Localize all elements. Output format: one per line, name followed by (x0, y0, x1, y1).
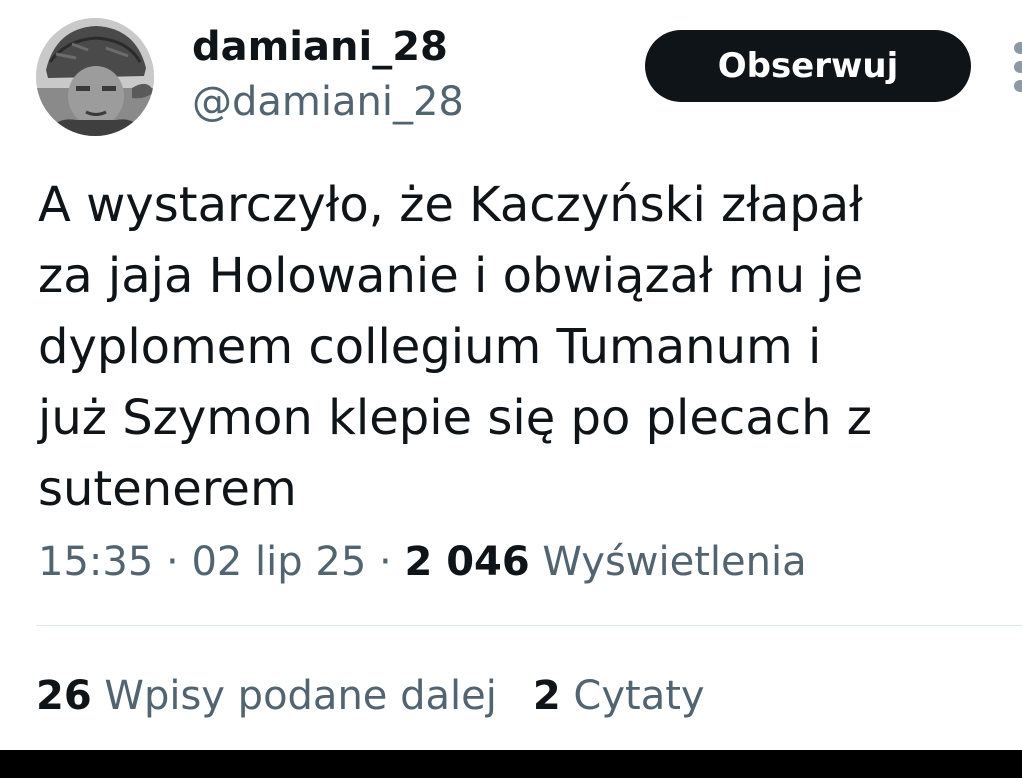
avatar-photo (36, 18, 154, 136)
views-label: Wyświetlenia (542, 539, 807, 585)
reposts-stat[interactable]: 26 Wpisy podane dalej (36, 673, 497, 719)
divider (36, 625, 1022, 626)
meta-separator: · (366, 539, 405, 585)
follow-button[interactable]: Obserwuj (645, 30, 971, 102)
quotes-count: 2 (532, 673, 561, 719)
avatar[interactable] (36, 18, 154, 136)
tweet-metadata: 15:35 · 02 lip 25 · 2 046 Wyświetlenia (38, 534, 807, 590)
meta-separator: · (153, 539, 192, 585)
quotes-stat[interactable]: 2 Cytaty (533, 673, 705, 719)
bottom-bar (0, 750, 1022, 778)
author-handle[interactable]: @damiani_28 (192, 78, 464, 126)
tweet-text-line: za jaja Holowanie i obwiązał mu je (38, 248, 864, 304)
tweet-text-line: A wystarczyło, że Kaczyński złapał (38, 177, 863, 233)
engagement-stats: 26 Wpisy podane dalej 2 Cytaty (36, 668, 705, 724)
tweet-text-line: już Szymon klepie się po plecach z (38, 390, 872, 446)
tweet-time[interactable]: 15:35 (38, 539, 153, 585)
reposts-label: Wpisy podane dalej (104, 673, 497, 719)
quotes-label: Cytaty (573, 673, 705, 719)
tweet-text-line: dyplomem collegium Tumanum i (38, 319, 822, 375)
tweet-text-line: sutenerem (38, 461, 297, 517)
reposts-count: 26 (36, 673, 92, 719)
more-vertical-icon[interactable] (1008, 42, 1022, 92)
author-display-name[interactable]: damiani_28 (192, 23, 448, 71)
tweet-text: A wystarczyło, że Kaczyński złapał za ja… (38, 170, 938, 525)
views-count: 2 046 (404, 539, 530, 585)
tweet-detail-view: damiani_28 @damiani_28 Obserwuj A wystar… (0, 0, 1022, 778)
tweet-date[interactable]: 02 lip 25 (191, 539, 366, 585)
